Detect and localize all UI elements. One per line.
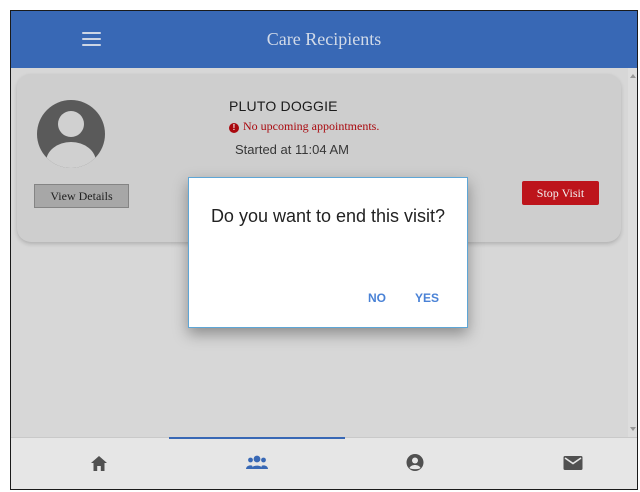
app-window: Care Recipients PLUTO DOGGIE ! No upcomin… — [10, 10, 638, 490]
no-button[interactable]: NO — [368, 291, 386, 305]
end-visit-dialog: Do you want to end this visit? NO YES — [188, 177, 468, 328]
dialog-message: Do you want to end this visit? — [210, 206, 446, 226]
yes-button[interactable]: YES — [415, 291, 439, 305]
